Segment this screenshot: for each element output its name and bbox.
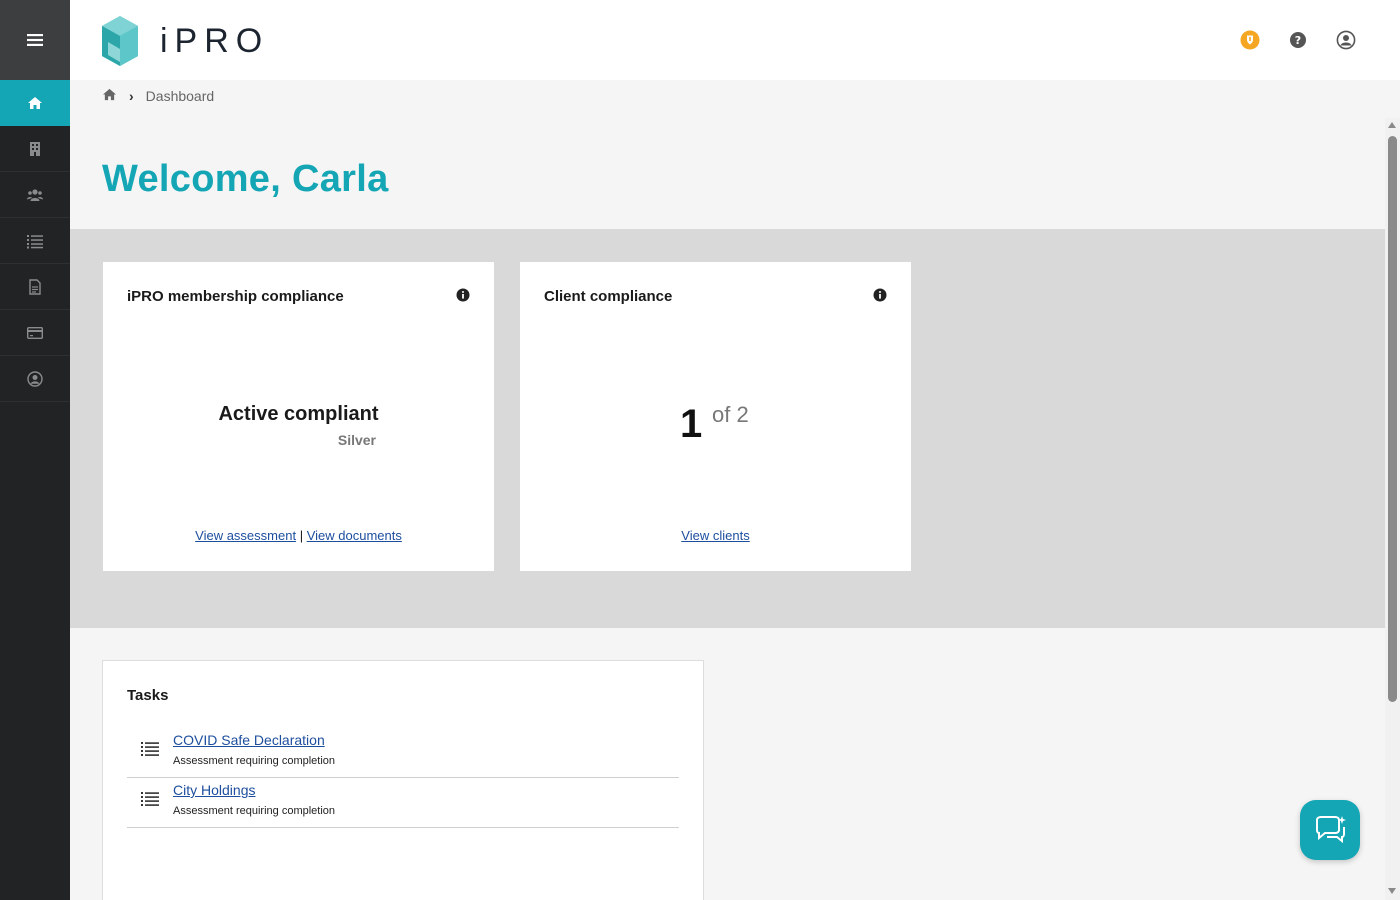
logo-text: iPRO xyxy=(160,21,270,60)
sidebar-item-assessments[interactable] xyxy=(0,218,70,264)
task-item: City Holdings Assessment requiring compl… xyxy=(127,778,679,828)
breadcrumb-home-link[interactable] xyxy=(102,88,117,104)
sidebar-item-organisations[interactable] xyxy=(0,126,70,172)
breadcrumb: › Dashboard xyxy=(102,88,214,104)
chevron-right-icon: › xyxy=(129,88,134,104)
account-icon xyxy=(1336,30,1356,50)
list-icon xyxy=(27,234,43,248)
task-subtitle: Assessment requiring completion xyxy=(173,755,336,767)
card-links: View clients xyxy=(520,528,911,543)
account-button[interactable] xyxy=(1336,30,1356,50)
header-actions: ? xyxy=(1240,30,1356,50)
sidebar xyxy=(0,0,70,900)
home-icon xyxy=(103,88,116,101)
sidebar-item-profile[interactable] xyxy=(0,356,70,402)
scroll-up-arrow-icon[interactable] xyxy=(1388,122,1396,128)
logo-mark-icon xyxy=(102,16,138,66)
task-link[interactable]: COVID Safe Declaration xyxy=(173,732,325,748)
home-icon xyxy=(28,97,42,109)
task-link[interactable]: City Holdings xyxy=(173,782,255,798)
sidebar-item-users[interactable] xyxy=(0,172,70,218)
list-icon xyxy=(141,792,159,806)
sidebar-item-home[interactable] xyxy=(0,80,70,126)
badge-icon xyxy=(1240,30,1260,50)
building-icon xyxy=(30,141,40,156)
task-item: COVID Safe Declaration Assessment requir… xyxy=(127,728,679,778)
svg-text:?: ? xyxy=(1295,34,1301,47)
view-assessment-link[interactable]: View assessment xyxy=(195,528,296,543)
membership-compliance-card: iPRO membership compliance Active compli… xyxy=(103,262,494,571)
list-icon xyxy=(141,742,159,756)
sidebar-item-billing[interactable] xyxy=(0,310,70,356)
hamburger-icon xyxy=(27,34,43,46)
page-scrollbar[interactable] xyxy=(1385,118,1400,900)
ipro-logo[interactable]: iPRO xyxy=(102,16,269,66)
top-header: iPRO ? xyxy=(70,0,1400,80)
task-subtitle: Assessment requiring completion xyxy=(173,805,336,817)
compliance-status: Active compliant xyxy=(218,403,379,425)
card-title: iPRO membership compliance xyxy=(127,288,344,305)
page-title: Welcome, Carla xyxy=(102,158,389,200)
tasks-title: Tasks xyxy=(127,687,169,704)
badge-button[interactable] xyxy=(1240,30,1260,50)
view-documents-link[interactable]: View documents xyxy=(307,528,402,543)
card-links: View assessment | View documents xyxy=(103,528,494,543)
view-clients-link[interactable]: View clients xyxy=(681,528,749,543)
chat-icon xyxy=(1316,816,1346,844)
tasks-panel: Tasks COVID Safe Declaration Assessment … xyxy=(102,660,704,900)
document-icon xyxy=(29,278,41,295)
breadcrumb-current: Dashboard xyxy=(145,88,215,104)
credit-card-icon xyxy=(27,326,43,339)
user-circle-icon xyxy=(27,370,43,387)
chat-support-button[interactable] xyxy=(1300,800,1360,860)
total-client-count: of 2 xyxy=(712,402,749,427)
menu-toggle-button[interactable] xyxy=(0,0,70,80)
info-icon[interactable] xyxy=(456,288,470,302)
scroll-thumb[interactable] xyxy=(1388,136,1397,702)
users-icon xyxy=(27,188,43,201)
scroll-down-arrow-icon[interactable] xyxy=(1388,888,1396,894)
compliant-client-count: 1 xyxy=(680,402,703,446)
card-title: Client compliance xyxy=(544,288,673,305)
info-icon[interactable] xyxy=(873,288,887,302)
sidebar-item-documents[interactable] xyxy=(0,264,70,310)
client-compliance-card: Client compliance 1 of 2 View clients xyxy=(520,262,911,571)
help-icon: ? xyxy=(1290,32,1306,48)
help-button[interactable]: ? xyxy=(1288,30,1308,50)
membership-level: Silver xyxy=(337,432,376,448)
link-separator: | xyxy=(299,528,304,543)
